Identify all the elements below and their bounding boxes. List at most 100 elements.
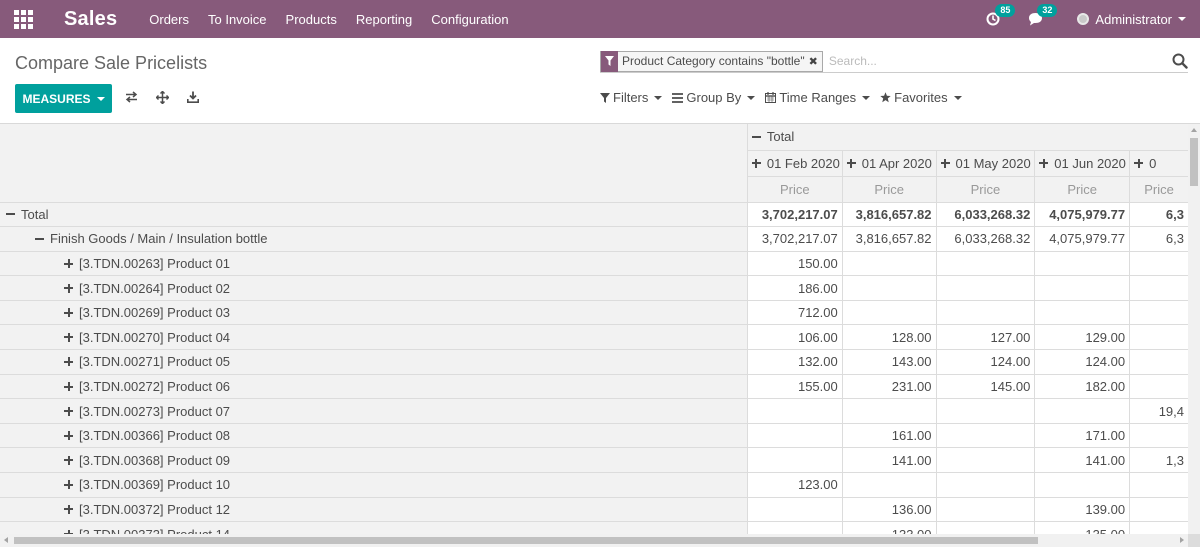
pivot-cell[interactable] bbox=[1129, 324, 1188, 351]
pivot-cell[interactable] bbox=[746, 521, 843, 534]
close-icon[interactable]: ✖ bbox=[809, 55, 822, 68]
flip-axis-icon[interactable] bbox=[125, 91, 138, 106]
horizontal-scrollbar[interactable] bbox=[0, 534, 1188, 547]
search-icon[interactable] bbox=[1172, 53, 1188, 72]
favorites-dropdown[interactable]: Favorites bbox=[880, 90, 962, 105]
scroll-up-icon[interactable] bbox=[1191, 128, 1197, 132]
pivot-cell[interactable]: 182.00 bbox=[1034, 374, 1130, 400]
pivot-cell[interactable]: 3,816,657.82 bbox=[841, 202, 937, 228]
pivot-cell[interactable]: 155.00 bbox=[746, 374, 843, 400]
pivot-cell[interactable]: 128.00 bbox=[841, 324, 937, 351]
pivot-cell[interactable] bbox=[1129, 251, 1188, 277]
pivot-cell[interactable]: 132.00 bbox=[746, 349, 843, 375]
measure-header[interactable]: Price bbox=[1129, 176, 1188, 203]
pivot-cell[interactable] bbox=[935, 521, 1035, 534]
pivot-cell[interactable]: 3,702,217.07 bbox=[746, 202, 843, 228]
scroll-left-icon[interactable] bbox=[4, 537, 8, 543]
pivot-cell[interactable] bbox=[1034, 472, 1130, 498]
search-facet[interactable]: Product Category contains "bottle" ✖ bbox=[600, 50, 823, 72]
pivot-cell[interactable]: 129.00 bbox=[1034, 324, 1130, 351]
pivot-cell[interactable]: 127.00 bbox=[935, 324, 1035, 351]
pivot-cell[interactable]: 4,075,979.77 bbox=[1034, 226, 1130, 252]
pivot-cell[interactable]: 6,033,268.32 bbox=[935, 226, 1035, 252]
pivot-cell[interactable]: 141.00 bbox=[1034, 447, 1130, 474]
vertical-scrollbar[interactable] bbox=[1188, 124, 1200, 534]
pivot-cell[interactable] bbox=[746, 447, 843, 474]
pivot-cell[interactable] bbox=[746, 398, 843, 424]
search-input[interactable] bbox=[828, 50, 1188, 72]
pivot-cell[interactable]: 6,3 bbox=[1129, 202, 1188, 228]
menu-to-invoice[interactable]: To Invoice bbox=[208, 12, 267, 27]
pivot-cell[interactable] bbox=[1034, 275, 1130, 301]
pivot-cell[interactable] bbox=[935, 447, 1035, 474]
horizontal-scroll-thumb[interactable] bbox=[14, 537, 1038, 544]
row-header[interactable]: [3.TDN.00369] Product 10 bbox=[0, 472, 748, 498]
measure-header[interactable]: Price bbox=[935, 176, 1035, 203]
pivot-cell[interactable]: 124.00 bbox=[935, 349, 1035, 375]
row-header[interactable]: [3.TDN.00366] Product 08 bbox=[0, 423, 748, 449]
filters-dropdown[interactable]: Filters bbox=[600, 90, 663, 105]
pivot-cell[interactable] bbox=[935, 472, 1035, 498]
row-header[interactable]: [3.TDN.00372] Product 12 bbox=[0, 497, 748, 523]
pivot-cell[interactable] bbox=[1129, 300, 1188, 326]
row-header[interactable]: [3.TDN.00373] Product 14 bbox=[0, 521, 748, 534]
pivot-cell[interactable] bbox=[1129, 275, 1188, 301]
pivot-cell[interactable] bbox=[1129, 472, 1188, 498]
pivot-cell[interactable] bbox=[935, 300, 1035, 326]
pivot-cell[interactable]: 123.00 bbox=[746, 472, 843, 498]
pivot-cell[interactable] bbox=[1129, 423, 1188, 449]
row-header[interactable]: [3.TDN.00269] Product 03 bbox=[0, 300, 748, 326]
col-header-total[interactable]: Total bbox=[746, 124, 1188, 151]
pivot-cell[interactable] bbox=[841, 275, 937, 301]
scroll-right-icon[interactable] bbox=[1180, 537, 1184, 543]
messaging-systray[interactable]: 32 bbox=[1028, 4, 1058, 26]
measure-header[interactable]: Price bbox=[746, 176, 843, 203]
pivot-cell[interactable]: 133.00 bbox=[841, 521, 937, 534]
pivot-cell[interactable]: 3,702,217.07 bbox=[746, 226, 843, 252]
row-header[interactable]: [3.TDN.00271] Product 05 bbox=[0, 349, 748, 375]
pivot-cell[interactable]: 19,4 bbox=[1129, 398, 1188, 424]
apps-menu-icon[interactable] bbox=[0, 0, 46, 38]
pivot-cell[interactable]: 4,075,979.77 bbox=[1034, 202, 1130, 228]
pivot-cell[interactable]: 150.00 bbox=[746, 251, 843, 277]
pivot-cell[interactable] bbox=[935, 423, 1035, 449]
pivot-cell[interactable]: 106.00 bbox=[746, 324, 843, 351]
pivot-cell[interactable] bbox=[841, 398, 937, 424]
menu-products[interactable]: Products bbox=[286, 12, 337, 27]
pivot-cell[interactable]: 231.00 bbox=[841, 374, 937, 400]
col-header-date[interactable]: 01 Jun 2020 bbox=[1034, 150, 1130, 177]
row-header[interactable]: Finish Goods / Main / Insulation bottle bbox=[0, 226, 748, 252]
pivot-cell[interactable]: 145.00 bbox=[935, 374, 1035, 400]
col-header-date[interactable]: 0 bbox=[1129, 150, 1188, 177]
pivot-cell[interactable] bbox=[746, 497, 843, 523]
pivot-cell[interactable]: 139.00 bbox=[1034, 497, 1130, 523]
user-menu[interactable]: Administrator bbox=[1077, 12, 1186, 27]
row-header[interactable]: [3.TDN.00272] Product 06 bbox=[0, 374, 748, 400]
download-icon[interactable] bbox=[187, 91, 199, 106]
activity-systray[interactable]: 85 bbox=[986, 4, 1016, 26]
app-brand[interactable]: Sales bbox=[64, 8, 117, 31]
pivot-cell[interactable]: 6,3 bbox=[1129, 226, 1188, 252]
pivot-cell[interactable] bbox=[1034, 251, 1130, 277]
pivot-cell[interactable] bbox=[1129, 374, 1188, 400]
pivot-cell[interactable]: 141.00 bbox=[841, 447, 937, 474]
pivot-cell[interactable]: 171.00 bbox=[1034, 423, 1130, 449]
pivot-cell[interactable] bbox=[841, 300, 937, 326]
expand-all-icon[interactable] bbox=[155, 90, 170, 107]
menu-reporting[interactable]: Reporting bbox=[356, 12, 412, 27]
row-header[interactable]: [3.TDN.00263] Product 01 bbox=[0, 251, 748, 277]
pivot-cell[interactable]: 143.00 bbox=[841, 349, 937, 375]
time-ranges-dropdown[interactable]: Time Ranges bbox=[765, 90, 871, 105]
measure-header[interactable]: Price bbox=[841, 176, 937, 203]
menu-configuration[interactable]: Configuration bbox=[431, 12, 508, 27]
pivot-cell[interactable] bbox=[1129, 497, 1188, 523]
pivot-cell[interactable]: 3,816,657.82 bbox=[841, 226, 937, 252]
pivot-cell[interactable]: 186.00 bbox=[746, 275, 843, 301]
pivot-cell[interactable]: 161.00 bbox=[841, 423, 937, 449]
pivot-cell[interactable] bbox=[841, 251, 937, 277]
pivot-cell[interactable] bbox=[1034, 300, 1130, 326]
row-header[interactable]: [3.TDN.00264] Product 02 bbox=[0, 275, 748, 301]
col-header-date[interactable]: 01 Feb 2020 bbox=[746, 150, 843, 177]
row-header[interactable]: [3.TDN.00368] Product 09 bbox=[0, 447, 748, 474]
pivot-cell[interactable] bbox=[935, 275, 1035, 301]
